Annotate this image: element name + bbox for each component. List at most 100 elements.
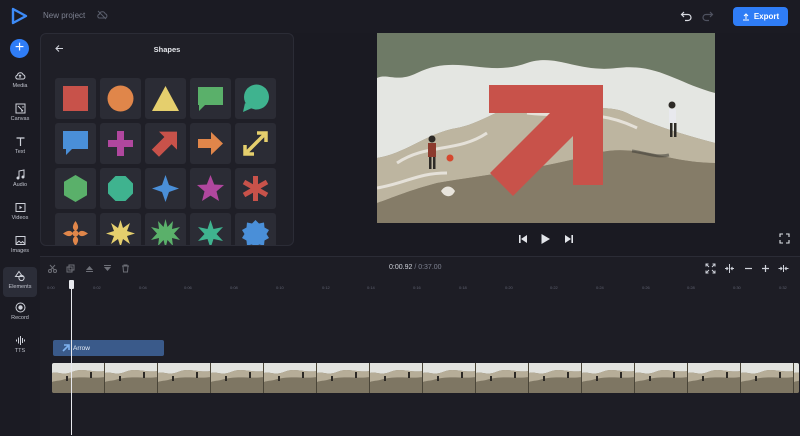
sidebar-item-text[interactable]: Text — [3, 136, 37, 164]
plus-icon — [108, 131, 133, 156]
shape-plus-tile[interactable] — [100, 123, 141, 164]
ruler-tick: 0:16 — [413, 285, 421, 290]
ruler-tick: 0:28 — [687, 285, 695, 290]
shapes-panel: Shapes — [40, 33, 294, 246]
shape-badge-tile[interactable] — [235, 213, 276, 245]
shape-hexagon-tile[interactable] — [55, 168, 96, 209]
playhead[interactable] — [71, 283, 72, 435]
square-icon — [63, 86, 88, 111]
redo-icon[interactable] — [701, 9, 714, 22]
round-speech-bubble-icon — [243, 84, 269, 112]
sidebar-item-label: Audio — [12, 182, 28, 188]
arrow-up-right-icon — [151, 131, 177, 157]
sidebar-item-elements[interactable]: Elements — [3, 267, 37, 297]
bring-forward-icon[interactable] — [85, 264, 94, 273]
export-button[interactable]: Export — [733, 7, 788, 26]
sidebar-item-images[interactable]: Images — [3, 235, 37, 263]
four-point-star-icon — [152, 175, 179, 202]
skip-forward-icon[interactable] — [563, 233, 575, 245]
sidebar-item-videos[interactable]: Videos — [3, 202, 37, 230]
shape-star-tile[interactable] — [190, 168, 231, 209]
sidebar-item-record[interactable]: Record — [3, 302, 37, 330]
sidebar-item-audio[interactable]: Audio — [3, 169, 37, 197]
skip-back-icon[interactable] — [517, 233, 529, 245]
zoom-out-icon[interactable] — [743, 263, 754, 274]
shape-asterisk-tile[interactable] — [235, 168, 276, 209]
upload-icon — [742, 12, 749, 20]
ruler-tick: 0:06 — [184, 285, 192, 290]
double-arrow-icon — [243, 131, 268, 156]
shape-circle-tile[interactable] — [100, 78, 141, 119]
speech-square-icon — [63, 131, 88, 155]
ruler-tick: 0:20 — [505, 285, 513, 290]
image-icon — [15, 236, 25, 245]
playhead-handle[interactable] — [69, 280, 74, 289]
star-icon — [197, 175, 224, 201]
burst-icon — [106, 220, 135, 245]
ruler-tick: 0:08 — [230, 285, 238, 290]
ruler-tick: 0:26 — [642, 285, 650, 290]
sidebar-item-label: Images — [10, 248, 30, 254]
shape-speech-square-tile[interactable] — [55, 123, 96, 164]
asterisk-icon — [242, 176, 269, 201]
sidebar-item-tts[interactable]: TTS — [3, 335, 37, 363]
trash-icon[interactable] — [121, 264, 130, 273]
shape-speech-bubble-tile[interactable] — [190, 78, 231, 119]
shape-flower-tile[interactable] — [55, 213, 96, 245]
ruler-tick: 0:32 — [779, 285, 787, 290]
video-preview[interactable] — [377, 33, 715, 223]
video-clip[interactable] — [52, 363, 799, 393]
split-icon[interactable] — [724, 263, 735, 274]
fit-to-screen-icon[interactable] — [705, 263, 716, 274]
octagon-icon — [108, 176, 133, 201]
duplicate-icon[interactable] — [66, 264, 75, 273]
ruler-tick: 0:22 — [550, 285, 558, 290]
sidebar-item-label: Media — [12, 83, 28, 89]
shape-triangle-tile[interactable] — [145, 78, 186, 119]
text-icon — [16, 137, 24, 146]
fullscreen-icon[interactable] — [779, 233, 790, 244]
sidebar-item-label: Text — [14, 149, 26, 155]
circle-icon — [107, 85, 134, 112]
shape-burst-tile[interactable] — [100, 213, 141, 245]
triangle-icon — [152, 86, 179, 111]
shape-square-tile[interactable] — [55, 78, 96, 119]
current-time: 0:00.92 — [389, 264, 413, 271]
send-backward-icon[interactable] — [103, 264, 112, 273]
arrow-clip[interactable]: Arrow — [53, 340, 164, 356]
undo-icon[interactable] — [680, 9, 693, 22]
shape-arrow-diagonal-tile[interactable] — [145, 123, 186, 164]
cloud-upload-icon — [15, 72, 26, 80]
project-name[interactable]: New project — [43, 11, 85, 20]
badge-icon — [242, 220, 269, 245]
shape-arrow-right-tile[interactable] — [190, 123, 231, 164]
add-button[interactable]: + — [10, 39, 29, 58]
shapes-icon — [14, 270, 25, 282]
ruler-tick: 0:24 — [596, 285, 604, 290]
shape-starburst-tile[interactable] — [145, 213, 186, 245]
arrow-clip-label: Arrow — [73, 344, 90, 352]
scissors-icon[interactable] — [48, 264, 57, 273]
shape-four-point-star-tile[interactable] — [145, 168, 186, 209]
ruler-tick: 0:30 — [733, 285, 741, 290]
collapse-icon[interactable] — [778, 263, 789, 274]
waveform-icon — [15, 336, 25, 345]
sidebar-item-canvas[interactable]: Canvas — [3, 103, 37, 131]
flower-icon — [63, 221, 88, 245]
shape-double-arrow-tile[interactable] — [235, 123, 276, 164]
canvas-icon — [15, 103, 25, 114]
top-bar: New project Export — [0, 0, 800, 33]
sidebar-item-label: Videos — [11, 215, 29, 221]
play-icon[interactable] — [539, 233, 551, 245]
sidebar-item-label: Elements — [8, 284, 32, 290]
music-note-icon — [16, 169, 24, 180]
zoom-in-icon[interactable] — [760, 263, 771, 274]
speech-bubble-icon — [198, 87, 223, 111]
ruler-tick: 0:10 — [276, 285, 284, 290]
shape-octagon-tile[interactable] — [100, 168, 141, 209]
sidebar-item-media[interactable]: Media — [3, 70, 37, 98]
shape-seal-star-tile[interactable] — [190, 213, 231, 245]
shape-round-bubble-tile[interactable] — [235, 78, 276, 119]
app-logo-icon[interactable] — [10, 7, 28, 25]
panel-title: Shapes — [153, 45, 181, 54]
